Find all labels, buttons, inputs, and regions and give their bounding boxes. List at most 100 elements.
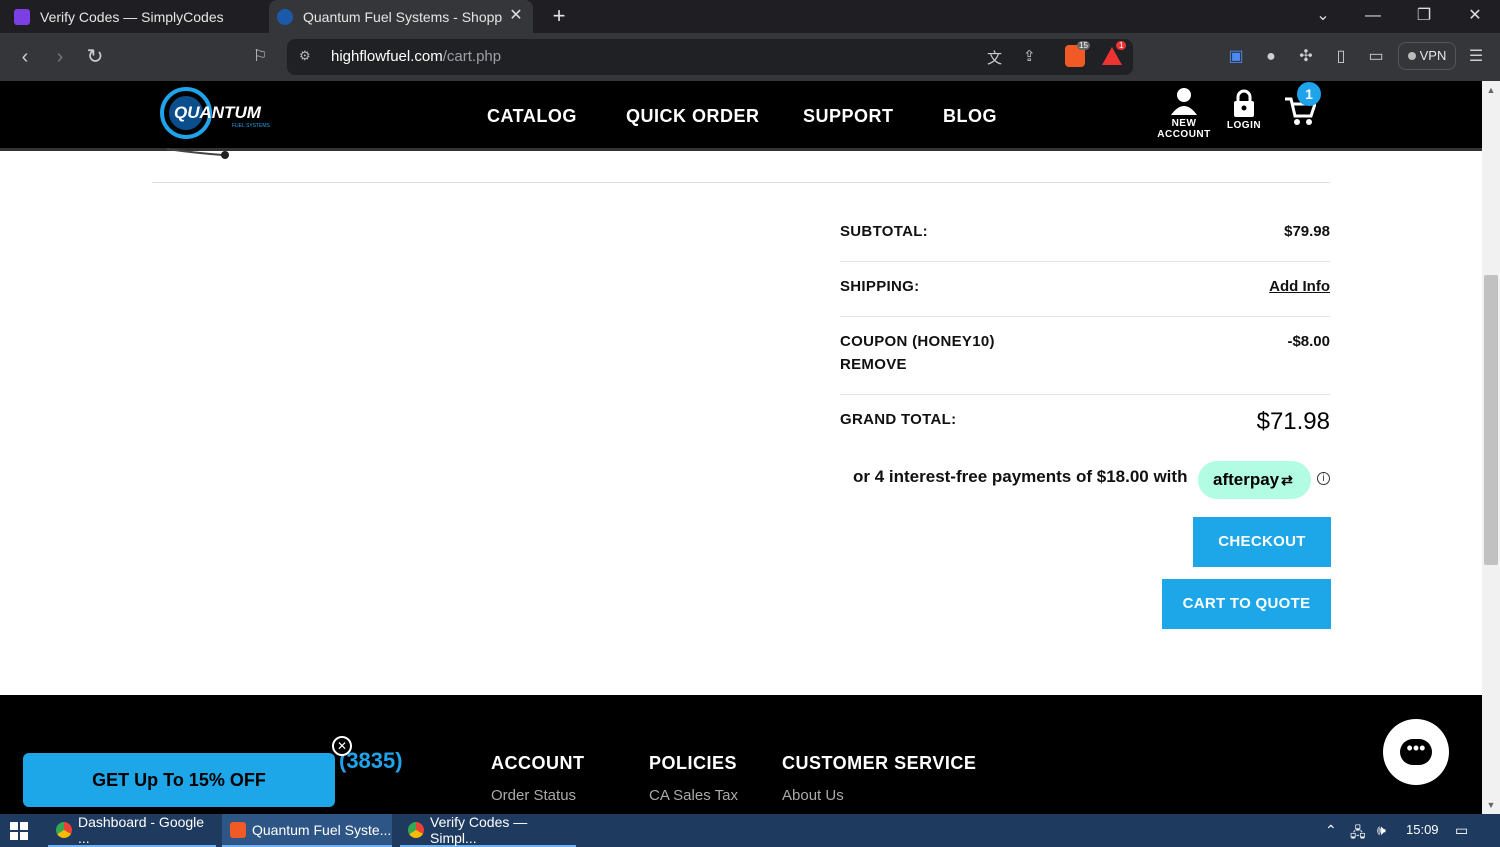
chat-widget-button[interactable]: ••• [1383,719,1449,785]
nav-blog[interactable]: BLOG [943,106,997,127]
tab-title: Quantum Fuel Systems - Shopping [303,8,503,25]
divider [840,261,1330,262]
scroll-up-icon[interactable]: ▲ [1484,84,1498,96]
windows-taskbar: Dashboard - Google ... Quantum Fuel Syst… [0,814,1500,847]
wallet-icon[interactable]: ▭ [1364,45,1388,69]
url-text: highflowfuel.com/cart.php [331,48,502,65]
back-icon[interactable]: ‹ [13,45,37,69]
logo-text: QUANTUM [174,103,262,122]
forward-icon[interactable]: › [48,45,72,69]
restore-icon[interactable]: ❐ [1411,4,1437,28]
brave-icon [230,821,246,838]
footer-heading-customer-service: CUSTOMER SERVICE [782,753,977,773]
scroll-down-icon[interactable]: ▼ [1484,799,1498,811]
taskbar-item-verify-codes[interactable]: Verify Codes — Simpl... [400,814,576,847]
close-promo-icon[interactable]: ✕ [332,736,352,756]
subtotal-value: $79.98 [1284,223,1330,240]
afterpay-badge[interactable]: afterpay ⇄ [1198,461,1311,499]
afterpay-arrow-icon: ⇄ [1281,472,1293,488]
remove-coupon-link[interactable]: REMOVE [840,356,907,373]
close-tab-icon[interactable]: ✕ [507,7,525,25]
taskbar-item-label: Quantum Fuel Syste... [252,821,392,838]
tab-verify-codes[interactable]: Verify Codes — SimplyCodes [0,0,268,33]
logo-subtext: FUEL SYSTEMS [232,123,271,129]
taskbar-item-quantum[interactable]: Quantum Fuel Syste... [222,814,392,847]
quantum-logo[interactable]: QUANTUM FUEL SYSTEMS [160,87,294,139]
taskbar-item-label: Dashboard - Google ... [78,813,205,846]
shield-count: 15 [1077,41,1090,50]
nav-quick-order[interactable]: QUICK ORDER [626,106,760,127]
vpn-button[interactable]: VPN [1398,42,1456,70]
network-icon[interactable]: 🖧 [1350,822,1366,846]
footer-link-about-us[interactable]: About Us [782,787,844,804]
simplycodes-favicon-icon [14,8,30,25]
tab-title: Verify Codes — SimplyCodes [40,8,224,25]
notifications-icon[interactable]: ▭ [1455,822,1468,839]
login-label: LOGIN [1226,120,1262,131]
address-bar[interactable]: ⚙ highflowfuel.com/cart.php 文 ⇪ 15 1 [287,39,1133,75]
footer-heading-account: ACCOUNT [491,753,585,773]
chrome-icon [408,821,424,838]
bookmark-icon[interactable]: ⚐ [248,45,272,69]
vpn-label: VPN [1419,48,1447,63]
taskbar-item-dashboard[interactable]: Dashboard - Google ... [48,814,216,847]
windows-start-icon[interactable] [10,822,28,840]
footer-link-ca-sales-tax[interactable]: CA Sales Tax [649,787,738,804]
grand-total-label: GRAND TOTAL: [840,411,957,428]
footer-link-order-status[interactable]: Order Status [491,787,576,804]
close-window-icon[interactable]: ✕ [1462,4,1488,28]
checkout-button[interactable]: CHECKOUT [1193,517,1331,567]
new-account-line2: ACCOUNT [1157,129,1211,140]
new-account-line1: NEW [1171,118,1197,129]
menu-icon[interactable]: ☰ [1464,45,1488,69]
nav-support[interactable]: SUPPORT [803,106,894,127]
taskbar-item-label: Verify Codes — Simpl... [430,813,528,846]
divider [152,182,1330,183]
shipping-label: SHIPPING: [840,278,920,295]
chat-bubble-icon: ••• [1400,739,1432,765]
afterpay-message: or 4 interest-free payments of $18.00 wi… [853,467,1188,486]
discount-promo-button[interactable]: GET Up To 15% OFF [23,753,335,807]
volume-icon[interactable]: 🕪 [1377,822,1386,839]
lock-icon [1234,89,1254,117]
browser-toolbar: ‹ › ↻ ⚐ ⚙ highflowfuel.com/cart.php 文 ⇪ … [0,33,1500,81]
minimize-icon[interactable]: — [1360,4,1386,28]
grand-total-value: $71.98 [1256,408,1330,435]
vpn-dot-icon [1407,52,1416,60]
afterpay-brand: afterpay [1213,470,1280,489]
puzzle-icon[interactable]: ✣ [1294,45,1318,69]
taskbar-clock[interactable]: 15:09 [1406,822,1439,837]
coupon-label: COUPON (HONEY10) [840,333,995,350]
nav-catalog[interactable]: CATALOG [487,106,577,127]
cart-count-badge: 1 [1297,82,1321,106]
alert-count: 1 [1116,41,1127,50]
extension-icon[interactable]: ● [1259,45,1283,69]
coupon-value: -$8.00 [1287,333,1330,350]
share-icon[interactable]: ⇪ [1023,47,1036,65]
reload-icon[interactable]: ↻ [83,45,107,69]
translate-extension-icon[interactable]: ▣ [1224,45,1248,69]
login-link[interactable]: LOGIN [1222,89,1266,131]
new-tab-icon[interactable]: + [548,5,570,27]
chrome-icon [56,821,72,838]
translate-icon[interactable]: 文 [987,47,1002,68]
tray-chevron-icon[interactable]: ⌃ [1325,822,1337,839]
site-header: QUANTUM FUEL SYSTEMS CATALOG QUICK ORDER… [0,81,1482,151]
tab-search-chevron-icon[interactable]: ⌄ [1310,4,1336,28]
tab-quantum-fuel[interactable]: Quantum Fuel Systems - Shopping ✕ [269,0,533,33]
product-image-fragment [166,148,229,159]
add-shipping-info-link[interactable]: Add Info [1269,278,1330,295]
divider [840,394,1330,395]
cart-to-quote-button[interactable]: CART TO QUOTE [1162,579,1331,629]
quantum-favicon-icon [277,8,293,25]
info-icon[interactable]: i [1317,472,1330,485]
user-icon [1171,88,1197,115]
scrollbar-thumb[interactable] [1484,275,1498,565]
subtotal-label: SUBTOTAL: [840,223,928,240]
site-info-icon[interactable]: ⚙ [299,48,311,64]
sidebar-icon[interactable]: ▯ [1329,45,1353,69]
divider [840,316,1330,317]
new-account-link[interactable]: NEW ACCOUNT [1152,87,1216,140]
browser-tab-bar: Verify Codes — SimplyCodes Quantum Fuel … [0,0,1500,33]
footer-heading-policies: POLICIES [649,753,738,773]
